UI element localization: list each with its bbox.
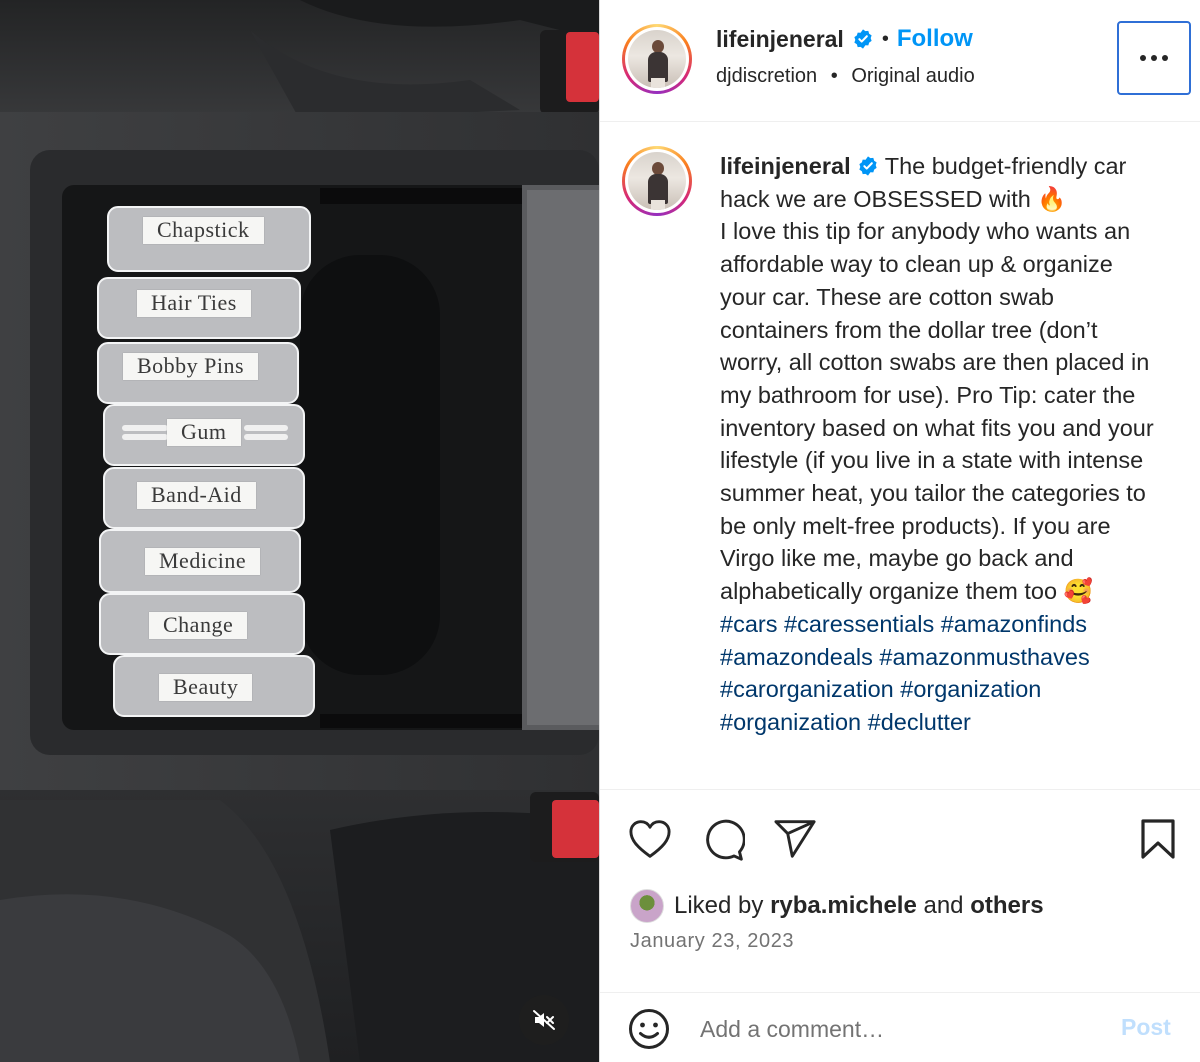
bookmark-icon xyxy=(1141,819,1175,859)
caption-hashtags[interactable]: #cars #caressentials #amazonfinds #amazo… xyxy=(720,611,1096,735)
avatar-image xyxy=(628,30,686,88)
caption-username[interactable]: lifeinjeneral xyxy=(720,153,851,179)
audio-row: djdiscretion • Original audio xyxy=(716,65,975,88)
verified-badge-icon xyxy=(854,29,872,49)
case-label: Chapstick xyxy=(143,217,264,244)
mute-button[interactable] xyxy=(519,995,569,1045)
like-button[interactable] xyxy=(627,816,673,862)
post-panel: lifeinjeneral • Follow djdiscretion • Or… xyxy=(599,0,1200,1062)
audio-artist-link[interactable]: djdiscretion xyxy=(716,65,817,87)
comment-input[interactable] xyxy=(700,1012,1080,1046)
case-label: Beauty xyxy=(159,674,253,701)
action-bar xyxy=(600,790,1200,880)
header-separator: • xyxy=(881,27,889,50)
avatar-image xyxy=(628,152,686,210)
video-frame-scene xyxy=(0,0,599,1062)
case-label: Bobby Pins xyxy=(123,353,259,380)
verified-badge-icon xyxy=(858,156,877,176)
likes-middle: and xyxy=(916,892,971,919)
comment-icon xyxy=(706,819,745,861)
audio-title-link[interactable]: Original audio xyxy=(851,65,974,87)
likes-prefix: Liked by xyxy=(674,892,771,919)
heart-icon xyxy=(629,820,671,858)
more-options-button[interactable] xyxy=(1117,21,1191,95)
more-options-icon xyxy=(1140,55,1168,61)
case-label: Gum xyxy=(167,419,241,446)
liker-username[interactable]: ryba.michele xyxy=(770,892,917,920)
case-label: Medicine xyxy=(145,548,261,575)
author-username[interactable]: lifeinjeneral xyxy=(716,26,844,53)
speaker-muted-icon xyxy=(533,1010,555,1030)
case-label: Hair Ties xyxy=(137,290,251,317)
likes-others-link[interactable]: others xyxy=(970,892,1043,920)
share-icon xyxy=(774,820,816,858)
case-label: Band-Aid xyxy=(137,482,256,509)
likes-summary: Liked by ryba.michele and others xyxy=(630,888,1044,924)
case-label: Change xyxy=(149,612,248,639)
share-button[interactable] xyxy=(772,816,818,862)
comment-button[interactable] xyxy=(700,816,746,862)
post-date[interactable]: January 23, 2023 xyxy=(630,930,794,953)
caption-text: lifeinjeneral The budget-friendly car ha… xyxy=(720,150,1160,739)
audio-separator: • xyxy=(830,65,838,87)
caption-section: lifeinjeneral The budget-friendly car ha… xyxy=(600,122,1200,790)
post-comment-button[interactable]: Post xyxy=(1121,1014,1171,1041)
emoji-icon xyxy=(629,1009,669,1049)
caption-body: The budget-friendly car hack we are OBSE… xyxy=(720,153,1154,605)
comment-bar: Post xyxy=(600,992,1200,1062)
header-title-row: lifeinjeneral • Follow xyxy=(716,25,973,53)
emoji-button[interactable] xyxy=(628,1008,670,1050)
follow-button[interactable]: Follow xyxy=(897,25,973,53)
post-video[interactable]: Chapstick Hair Ties Bobby Pins Gum Band-… xyxy=(0,0,599,1062)
caption-author-avatar[interactable] xyxy=(622,146,692,216)
author-avatar[interactable] xyxy=(622,24,692,94)
post-header: lifeinjeneral • Follow djdiscretion • Or… xyxy=(600,0,1200,122)
liker-avatar[interactable] xyxy=(630,889,664,923)
save-button[interactable] xyxy=(1135,816,1181,862)
